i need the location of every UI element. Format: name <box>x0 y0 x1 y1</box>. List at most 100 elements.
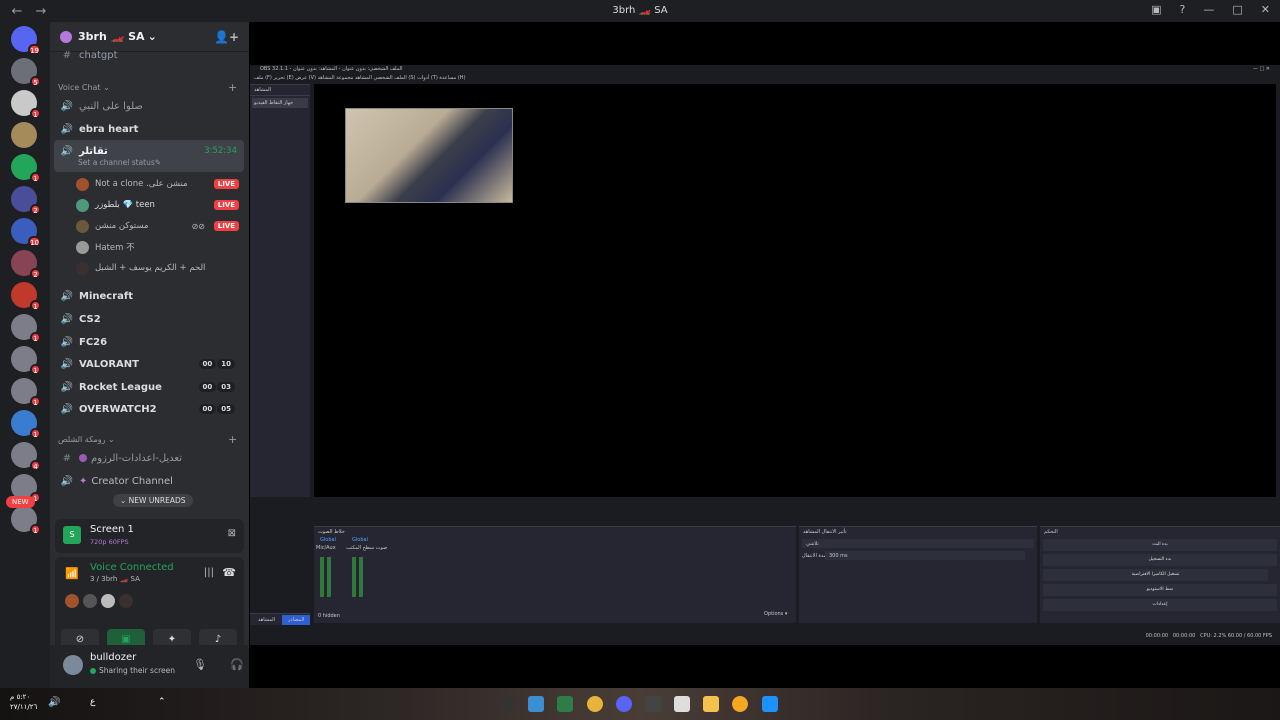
duration-input[interactable]: 300 ms <box>825 551 1025 560</box>
speaker-icon: 🔊 <box>60 123 74 135</box>
avatar <box>76 261 89 275</box>
obs-menu[interactable]: ملف (F) تحرير (E) عرض (V) الملف الشخصي ا… <box>250 75 1280 81</box>
voice-channel[interactable]: 🔊 OVERWATCH2 00 05 <box>56 399 243 419</box>
volume-meter <box>320 557 324 597</box>
title-bar: ← → 3brh 🏎️ SA ▣ ? — □ ✕ <box>0 0 1280 22</box>
mention-badge: 2 <box>30 204 41 215</box>
voice-channel[interactable]: 🔊 FC26 <box>56 332 243 352</box>
sparkle-icon: ✦ <box>79 475 88 487</box>
studio-mode-button[interactable]: نمط الاستوديو <box>1043 584 1277 596</box>
settings-button[interactable]: إعدادات <box>1043 599 1277 611</box>
user-count: 00 05 <box>198 404 235 414</box>
settings-icon[interactable] <box>645 696 661 712</box>
voice-channel[interactable]: 🔊 ebra heart <box>56 119 243 139</box>
minimize-icon[interactable]: — <box>1203 3 1214 16</box>
voice-channel[interactable]: 🔊 ✦ Creator Channel <box>56 471 243 491</box>
mention-badge: 1 <box>30 428 41 439</box>
microphone-icon[interactable]: 🎙 <box>193 658 207 671</box>
obs-app-icon[interactable] <box>499 696 515 712</box>
app-icon[interactable] <box>528 696 544 712</box>
disconnect-icon[interactable]: ☎ <box>222 566 236 579</box>
app-icon[interactable] <box>732 696 748 712</box>
avatar <box>76 177 89 191</box>
options-button[interactable]: Options ▾ <box>764 611 787 617</box>
obs-window-controls[interactable]: — □ ✕ <box>1253 66 1270 72</box>
clock[interactable]: ٥:٢٠ م ٢٧/١١/٢٦ <box>10 692 37 712</box>
add-channel-icon[interactable]: + <box>228 433 237 446</box>
speaker-icon: 🔊 <box>60 290 74 302</box>
windows-start-icon[interactable] <box>762 696 778 712</box>
avatar[interactable] <box>63 655 83 675</box>
voice-channel[interactable]: 🔊 Rocket League 00 03 <box>56 377 243 397</box>
close-icon[interactable]: ✕ <box>1261 3 1270 16</box>
speaker-icon: 🔊 <box>60 358 74 370</box>
server-icon[interactable]: 1 <box>11 154 41 183</box>
text-channel[interactable]: # chatgpt <box>56 48 243 62</box>
server-icon[interactable]: 1 <box>11 410 41 439</box>
server-icon[interactable]: 2 <box>11 186 41 215</box>
voice-member[interactable]: Hatem 不 <box>76 238 241 256</box>
soundboard-icon[interactable]: ||| <box>204 567 214 578</box>
scene-dock: المشاهد جهاز التقاط الفيديو <box>250 84 310 497</box>
obs-preview[interactable] <box>314 84 1276 497</box>
server-icon[interactable]: 5 <box>11 58 41 87</box>
server-icon[interactable]: 1 <box>11 506 41 535</box>
voice-member[interactable]: Not a clone .منشن على LIVE <box>76 175 241 193</box>
voice-member[interactable]: بلطوزر 💎 teen LIVE <box>76 196 241 214</box>
channel-status[interactable]: Set a channel status ✎ <box>56 156 243 168</box>
voice-channel[interactable]: 🔊 VALORANT 00 10 <box>56 354 243 374</box>
server-icon[interactable]: 19 <box>11 26 41 55</box>
server-icon[interactable] <box>11 122 37 148</box>
server-icon[interactable]: 1 <box>11 378 41 407</box>
tab-scenes[interactable]: المشاهد <box>258 617 275 623</box>
voice-member[interactable]: مستوكن منشن ⊘⊘ LIVE <box>76 217 241 235</box>
server-icon[interactable]: 2 <box>11 250 41 279</box>
mention-badge: 4 <box>30 460 41 471</box>
server-icon[interactable]: 1 <box>11 346 41 375</box>
category-header[interactable]: رومكة الشلص ⌄ + <box>58 433 237 446</box>
text-channel[interactable]: # تعديل-اعدادات-الرزوم <box>56 448 243 468</box>
input-language[interactable]: ع <box>90 697 95 707</box>
store-icon[interactable] <box>674 696 690 712</box>
inbox-icon[interactable]: ▣ <box>1151 3 1161 16</box>
live-badge: LIVE <box>213 200 239 210</box>
add-channel-icon[interactable]: + <box>228 81 237 94</box>
server-icon[interactable]: 1 <box>11 282 41 311</box>
server-icon[interactable]: 1 <box>11 90 41 119</box>
virtual-camera-button[interactable]: تشغيل الكاميرا الافتراضية <box>1043 569 1268 581</box>
add-member-icon[interactable]: 👤+ <box>214 30 239 44</box>
new-badge: NEW <box>6 496 35 508</box>
start-streaming-button[interactable]: بدء البث <box>1043 539 1277 551</box>
headphones-icon[interactable]: 🎧 <box>230 658 244 671</box>
tab-sources[interactable]: المصادر <box>282 615 311 625</box>
voice-channel[interactable]: 🔊 صلوا على النبي <box>56 96 243 116</box>
transition-select[interactable]: تلاشي <box>802 539 1034 548</box>
server-icon[interactable]: 10 <box>11 218 41 247</box>
voice-status[interactable]: Voice Connected <box>90 562 174 573</box>
app-icon[interactable] <box>557 696 573 712</box>
maximize-icon[interactable]: □ <box>1232 3 1242 16</box>
server-icon[interactable]: 4 <box>11 442 41 471</box>
volume-meter <box>352 557 356 597</box>
folder-icon[interactable] <box>703 696 719 712</box>
voice-member[interactable]: الحم + الكريم يوسف + الشبل <box>76 259 241 277</box>
server-icon[interactable]: 1 <box>11 314 41 343</box>
volume-meter <box>359 557 363 597</box>
voice-category[interactable]: Voice Chat ⌄ + <box>58 81 237 94</box>
speaker-icon[interactable]: 🔊 <box>48 697 60 708</box>
start-recording-button[interactable]: بدء التسجيل <box>1043 554 1277 566</box>
new-unreads-pill[interactable]: ⌄ NEW UNREADS <box>113 494 193 507</box>
speaker-icon: 🔊 <box>60 475 74 487</box>
source-item[interactable]: جهاز التقاط الفيديو <box>252 98 308 108</box>
stop-stream-icon[interactable]: ⊠ <box>228 528 236 539</box>
voice-channel[interactable]: 🔊 CS2 <box>56 309 243 329</box>
chrome-icon[interactable] <box>587 696 603 712</box>
avatar <box>76 240 89 254</box>
avatar <box>119 594 133 608</box>
chevron-up-icon[interactable]: ⌃ <box>158 697 166 707</box>
help-icon[interactable]: ? <box>1180 3 1186 16</box>
voice-channel[interactable]: 🔊 Minecraft <box>56 286 243 306</box>
status-dot <box>90 668 96 674</box>
discord-icon[interactable] <box>616 696 632 712</box>
hash-icon: # <box>62 49 72 61</box>
